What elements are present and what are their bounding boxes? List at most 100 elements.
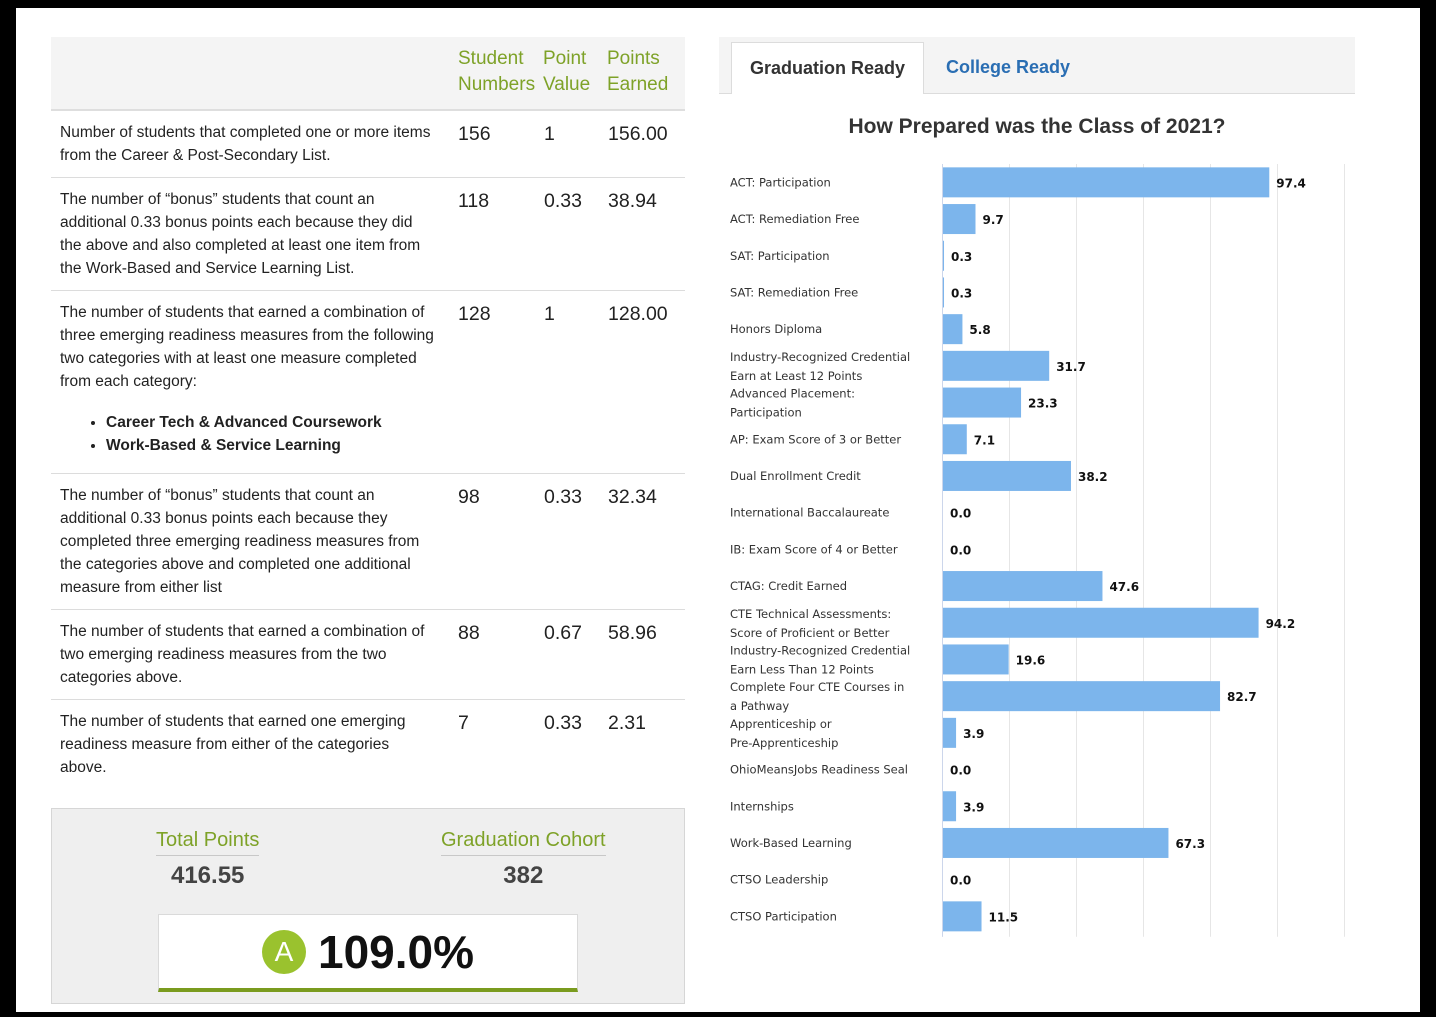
- category-label-line: a Pathway: [730, 699, 789, 713]
- bar-value-label: 94.2: [1266, 617, 1296, 631]
- bar-value-label: 31.7: [1056, 360, 1086, 374]
- category-label: Dual Enrollment Credit: [730, 469, 861, 483]
- bar-value-label: 0.0: [950, 874, 971, 888]
- table-row: The number of “bonus” students that coun…: [51, 473, 685, 610]
- category-label-line: Apprenticeship or: [730, 717, 832, 731]
- category-label: Industry-Recognized Credential Earn at Le…: [730, 350, 910, 383]
- category-label-line: CTE Technical Assessments:: [730, 607, 891, 621]
- row-point-value: 0.33: [543, 177, 607, 291]
- category-label: CTSO Participation: [730, 909, 837, 923]
- header-description: [51, 37, 451, 111]
- graduation-cohort-label: Graduation Cohort: [441, 829, 606, 856]
- row-points-earned: 128.00: [607, 290, 685, 474]
- bar: [943, 571, 1103, 602]
- row-description-with-list: The number of students that earned a com…: [51, 290, 451, 474]
- row-point-value: 1: [543, 110, 607, 178]
- bar-value-label: 0.0: [950, 764, 971, 778]
- row-student-numbers: 7: [458, 712, 469, 734]
- row-description: The number of students that earned a com…: [51, 609, 451, 700]
- category-label: CTE Technical Assessments: Score of Profi…: [730, 607, 891, 640]
- bar-value-label: 0.3: [951, 250, 972, 264]
- points-table-section: Student Numbers Point Value Points Earne…: [51, 37, 685, 789]
- summary-panel: Total Points 416.55 Graduation Cohort 38…: [51, 808, 685, 1004]
- grade-percent: 109.0%: [317, 925, 474, 978]
- category-label: OhioMeansJobs Readiness Seal: [730, 763, 908, 777]
- bar: [943, 240, 945, 271]
- row-points-earned: 58.96: [607, 609, 685, 700]
- chart-title: How Prepared was the Class of 2021?: [848, 115, 1226, 138]
- category-label: Advanced Placement: Participation: [730, 387, 855, 420]
- bar-value-label: 0.0: [950, 507, 971, 521]
- category-label-line: Advanced Placement:: [730, 387, 855, 401]
- bar: [943, 204, 976, 235]
- table-row: The number of students that earned a com…: [51, 609, 685, 700]
- header-points-earned[interactable]: Points Earned: [607, 37, 685, 111]
- bar-value-label: 67.3: [1175, 837, 1205, 851]
- total-points-label: Total Points: [156, 829, 260, 856]
- row-points-earned: 38.94: [607, 177, 685, 291]
- total-points-block: Total Points 416.55: [156, 829, 260, 890]
- grade-box: A 109.0%: [158, 914, 578, 992]
- row-student-numbers: 88: [451, 609, 543, 700]
- category-label-line: Earn at Least 12 Points: [730, 369, 862, 383]
- header-student-numbers[interactable]: Student Numbers: [451, 37, 543, 111]
- category-label-line: Earn Less Than 12 Points: [730, 662, 874, 676]
- category-label-line: Complete Four CTE Courses in: [730, 680, 904, 694]
- bar-value-label: 7.1: [974, 433, 995, 447]
- category-label: Apprenticeship or Pre-Apprenticeship: [730, 717, 838, 750]
- tab-bar: Graduation Ready College Ready: [719, 37, 1355, 94]
- row-description: The number of “bonus” students that coun…: [51, 473, 451, 610]
- row-description-text: The number of students that earned a com…: [60, 304, 434, 390]
- bar: [943, 314, 963, 345]
- bar-value-label: 0.0: [950, 543, 971, 557]
- category-label-line: Industry-Recognized Credential: [730, 643, 910, 657]
- bar: [943, 387, 1022, 418]
- category-label: International Baccalaureate: [730, 506, 889, 520]
- readiness-bar-chart: ACT: Participation 97.4 ACT: Remediation F…: [730, 164, 1345, 937]
- category-label: SAT: Remediation Free: [730, 285, 858, 299]
- category-item: Work-Based & Service Learning: [106, 434, 437, 457]
- category-label: IB: Exam Score of 4 or Better: [730, 542, 898, 556]
- bar: [943, 901, 982, 932]
- row-student-numbers: 118: [451, 177, 543, 291]
- bar-value-label: 97.4: [1276, 176, 1306, 190]
- bar-value-label: 19.6: [1016, 653, 1046, 667]
- report-frame: Student Numbers Point Value Points Earne…: [16, 8, 1420, 1012]
- row-point-value: 0.33: [543, 473, 607, 610]
- category-label-line: Participation: [730, 406, 802, 420]
- row-points-earned: 32.34: [607, 473, 685, 610]
- tab-college-ready[interactable]: College Ready: [928, 42, 1088, 94]
- bar: [943, 791, 957, 822]
- bar-value-label: 3.9: [963, 800, 984, 814]
- bar: [943, 607, 1259, 638]
- points-table: Student Numbers Point Value Points Earne…: [51, 37, 685, 789]
- row-student-numbers: 128: [451, 290, 543, 474]
- header-point-value[interactable]: Point Value: [543, 37, 607, 111]
- bar: [943, 167, 1270, 198]
- row-points-earned: 156.00: [607, 110, 685, 178]
- bar-value-label: 82.7: [1227, 690, 1257, 704]
- category-label: ACT: Participation: [730, 175, 831, 189]
- table-row: The number of “bonus” students that coun…: [51, 177, 685, 291]
- bar-value-label: 47.6: [1109, 580, 1139, 594]
- tab-graduation-ready[interactable]: Graduation Ready: [731, 42, 925, 94]
- graduation-cohort-block: Graduation Cohort 382: [441, 829, 606, 890]
- category-label: Complete Four CTE Courses in a Pathway: [730, 680, 904, 713]
- bar: [943, 827, 1169, 858]
- category-label: Honors Diploma: [730, 322, 822, 336]
- category-label-line: Industry-Recognized Credential: [730, 350, 910, 364]
- category-label: AP: Exam Score of 3 or Better: [730, 432, 901, 446]
- grade-letter-badge: A: [261, 929, 306, 974]
- table-header-row: Student Numbers Point Value Points Earne…: [51, 37, 685, 111]
- category-label: ACT: Remediation Free: [730, 212, 859, 226]
- bar-value-label: 9.7: [982, 213, 1003, 227]
- bar-value-label: 0.3: [951, 286, 972, 300]
- category-label: CTAG: Credit Earned: [730, 579, 847, 593]
- bar: [943, 644, 1009, 675]
- bar-value-label: 5.8: [969, 323, 990, 337]
- category-label-line: Score of Proficient or Better: [730, 626, 890, 640]
- category-label: Industry-Recognized Credential Earn Less …: [730, 643, 910, 676]
- table-row: The number of students that earned one e…: [51, 700, 685, 790]
- row-points-earned: 2.31: [608, 712, 646, 734]
- total-points-value: 416.55: [170, 862, 245, 889]
